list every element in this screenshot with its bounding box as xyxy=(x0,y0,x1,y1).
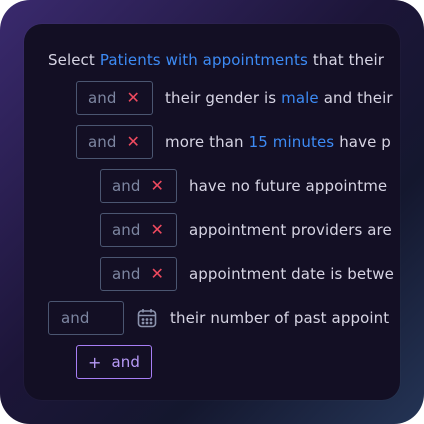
connector-label: and xyxy=(112,177,141,195)
header-suffix: that their xyxy=(312,51,385,69)
entity-selector[interactable]: Patients with appointments xyxy=(100,51,308,69)
condition-row: and ✕ appointment providers are xyxy=(24,212,400,248)
connector-placeholder: and xyxy=(61,309,90,327)
query-builder-panel: Select Patients with appointments that t… xyxy=(24,24,400,400)
add-and-button[interactable]: + and xyxy=(76,345,152,379)
connector-label: and xyxy=(88,133,117,151)
gender-value[interactable]: male xyxy=(281,89,319,107)
condition-row: and ✕ their gender is male and their xyxy=(24,80,400,116)
calendar-icon[interactable] xyxy=(136,307,158,329)
condition-text: appointment date is betwe xyxy=(189,265,394,283)
add-row: + and xyxy=(24,344,400,380)
condition-text: have no future appointme xyxy=(189,177,388,195)
remove-icon[interactable]: ✕ xyxy=(151,222,165,238)
condition-text: their number of past appoint xyxy=(170,309,390,327)
condition-row: and ✕ more than 15 minutes have p xyxy=(24,124,400,160)
remove-icon[interactable]: ✕ xyxy=(151,178,165,194)
plus-icon: + xyxy=(87,352,102,372)
condition-row: and ✕ have no future appointme xyxy=(24,168,400,204)
connector-label: and xyxy=(112,221,141,239)
and-connector[interactable]: and ✕ xyxy=(76,125,153,159)
condition-text: and their xyxy=(323,89,393,107)
condition-text: more than xyxy=(165,133,244,151)
remove-icon[interactable]: ✕ xyxy=(151,266,165,282)
duration-value[interactable]: 15 minutes xyxy=(249,133,335,151)
and-connector[interactable]: and ✕ xyxy=(100,169,177,203)
remove-icon[interactable]: ✕ xyxy=(127,134,141,150)
connector-label: and xyxy=(112,265,141,283)
and-connector-field[interactable]: and xyxy=(48,301,124,335)
query-header: Select Patients with appointments that t… xyxy=(24,42,400,78)
app-frame: Select Patients with appointments that t… xyxy=(0,0,424,424)
and-connector[interactable]: and ✕ xyxy=(76,81,153,115)
condition-text: their gender is xyxy=(165,89,277,107)
and-connector[interactable]: and ✕ xyxy=(100,257,177,291)
condition-text: appointment providers are xyxy=(189,221,392,239)
add-button-label: and xyxy=(111,353,141,371)
header-prefix: Select xyxy=(48,51,95,69)
condition-text: have p xyxy=(339,133,391,151)
condition-row: and their number of past appoint xyxy=(24,300,400,336)
condition-row: and ✕ appointment date is betwe xyxy=(24,256,400,292)
remove-icon[interactable]: ✕ xyxy=(127,90,141,106)
connector-label: and xyxy=(88,89,117,107)
and-connector[interactable]: and ✕ xyxy=(100,213,177,247)
